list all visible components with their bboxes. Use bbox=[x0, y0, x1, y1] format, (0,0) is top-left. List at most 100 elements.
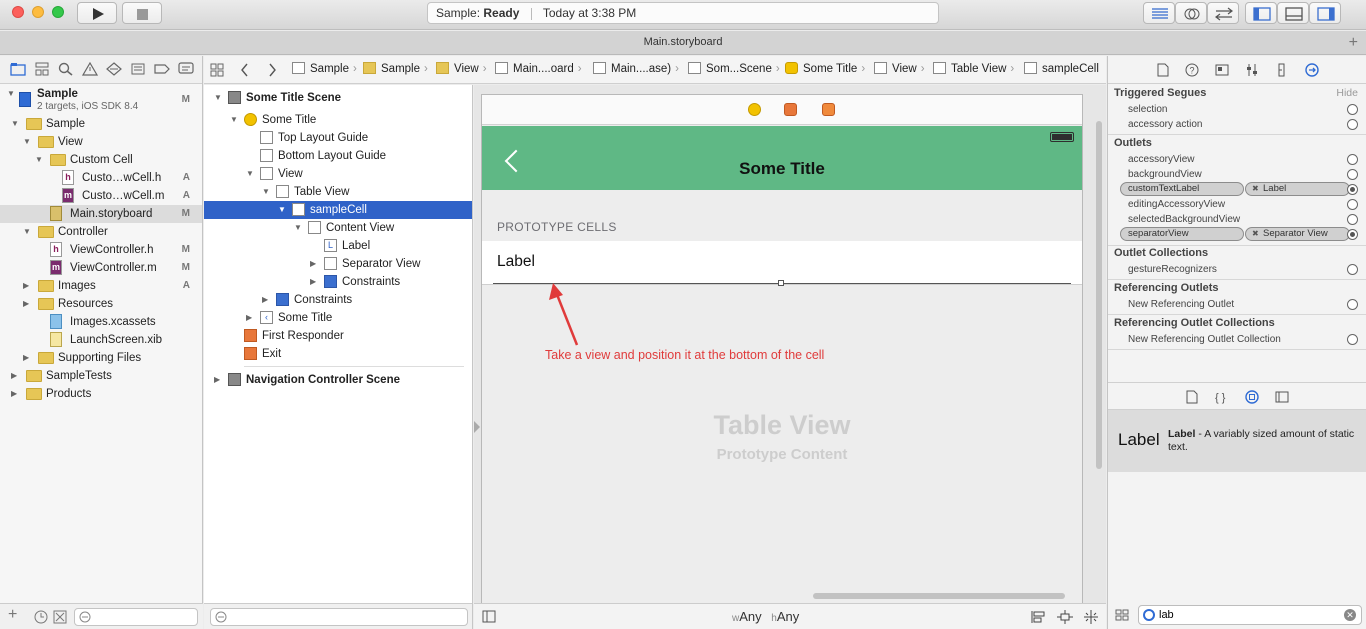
run-button[interactable] bbox=[77, 2, 117, 24]
navigator-item[interactable]: ▼ View bbox=[0, 133, 202, 151]
add-file-button[interactable]: + bbox=[8, 606, 17, 624]
horizontal-scrollbar[interactable] bbox=[813, 593, 1065, 599]
outline-item[interactable]: ▼ sampleCell bbox=[204, 201, 472, 219]
outline-item[interactable]: ▼ Some Title bbox=[204, 111, 472, 129]
outline-item[interactable]: ▶ ‹ Some Title bbox=[204, 309, 472, 327]
standard-editor-button[interactable] bbox=[1143, 2, 1175, 24]
outlet-separator-view-target[interactable]: ✖ Separator View bbox=[1245, 227, 1350, 241]
outline-item[interactable]: ▶ Separator View bbox=[204, 255, 472, 273]
segue-selection-circle[interactable] bbox=[1347, 104, 1358, 115]
search-icon[interactable] bbox=[58, 62, 74, 76]
code-snippet-icon[interactable]: { } bbox=[1215, 390, 1229, 404]
resolve-issues-icon[interactable] bbox=[1083, 610, 1099, 624]
disclosure-open-icon[interactable]: ▼ bbox=[230, 111, 240, 129]
outlet-custom-text-label-target[interactable]: ✖ Label bbox=[1245, 182, 1350, 196]
toggle-debug-area-button[interactable] bbox=[1277, 2, 1309, 24]
breadcrumb-item[interactable]: sampleCell bbox=[1024, 62, 1099, 78]
outline-item[interactable]: Top Layout Guide bbox=[204, 129, 472, 147]
attributes-inspector-icon[interactable] bbox=[1245, 63, 1259, 77]
outline-item[interactable]: Bottom Layout Guide bbox=[204, 147, 472, 165]
disclosure-open-icon[interactable]: ▼ bbox=[11, 115, 21, 133]
breadcrumb-item[interactable]: Table View › bbox=[933, 62, 1014, 78]
breadcrumb-item[interactable]: Som...Scene › bbox=[688, 62, 780, 78]
navigation-title[interactable]: Some Title bbox=[482, 126, 1082, 212]
breadcrumb-item[interactable]: Main....oard › bbox=[495, 62, 582, 78]
connections-inspector-icon[interactable] bbox=[1305, 63, 1319, 77]
toggle-utilities-button[interactable] bbox=[1309, 2, 1341, 24]
outline-toggle-icon[interactable] bbox=[482, 610, 496, 624]
navigator-item[interactable]: m Custo…wCell.m A bbox=[0, 187, 202, 205]
disclosure-closed-icon[interactable]: ▶ bbox=[310, 273, 320, 291]
new-tab-button[interactable]: + bbox=[1349, 31, 1358, 54]
navigator-item[interactable]: ▼ Sample bbox=[0, 115, 202, 133]
breadcrumb-item[interactable]: Main....ase) › bbox=[593, 62, 679, 78]
outline-item[interactable]: ▼ Some Title Scene bbox=[204, 89, 472, 107]
object-library-icon[interactable] bbox=[1245, 390, 1259, 404]
clear-search-icon[interactable]: ✕ bbox=[1344, 609, 1356, 621]
outlet-editing-accessory-circle[interactable] bbox=[1347, 199, 1358, 210]
breadcrumb-item[interactable]: View › bbox=[436, 62, 487, 78]
version-editor-button[interactable] bbox=[1207, 2, 1239, 24]
hide-link[interactable]: Hide bbox=[1336, 87, 1358, 99]
quick-help-icon[interactable]: ? bbox=[1185, 63, 1199, 77]
grid-icon[interactable] bbox=[210, 63, 224, 77]
breadcrumb-item[interactable]: Some Title › bbox=[785, 62, 865, 78]
new-referencing-outlet-circle[interactable] bbox=[1347, 299, 1358, 310]
collapse-outline-icon[interactable] bbox=[474, 421, 480, 433]
grid-view-icon[interactable] bbox=[1115, 609, 1129, 621]
storyboard-canvas[interactable]: Some Title PROTOTYPE CELLS Label Take a … bbox=[474, 85, 1106, 603]
navigator-item[interactable]: h ViewController.h M bbox=[0, 241, 202, 259]
navigator-item[interactable]: h Custo…wCell.h A bbox=[0, 169, 202, 187]
navigator-item[interactable]: ▶ SampleTests bbox=[0, 367, 202, 385]
navigation-bar[interactable]: Some Title bbox=[482, 126, 1082, 190]
media-library-icon[interactable] bbox=[1275, 390, 1289, 404]
disclosure-closed-icon[interactable]: ▶ bbox=[11, 385, 21, 403]
disclosure-open-icon[interactable]: ▼ bbox=[246, 165, 256, 183]
navigator-item[interactable]: ▼ Controller bbox=[0, 223, 202, 241]
outline-item[interactable]: L Label bbox=[204, 237, 472, 255]
disclosure-closed-icon[interactable]: ▶ bbox=[23, 295, 33, 313]
breadcrumb-item[interactable]: Sample › bbox=[292, 62, 357, 78]
disclosure-open-icon[interactable]: ▼ bbox=[7, 85, 17, 103]
back-chevron-icon[interactable] bbox=[240, 63, 250, 77]
cell-label[interactable]: Label bbox=[497, 253, 535, 271]
outline-item[interactable]: ▼ Table View bbox=[204, 183, 472, 201]
library-search-input[interactable] bbox=[1159, 608, 1339, 622]
disconnect-icon[interactable]: ✖ bbox=[1252, 183, 1259, 195]
breadcrumb-item[interactable]: View › bbox=[874, 62, 925, 78]
outlet-custom-text-label-circle[interactable] bbox=[1347, 184, 1358, 195]
outline-filter-field[interactable] bbox=[210, 608, 468, 626]
navigator-item[interactable]: ▼ Custom Cell bbox=[0, 151, 202, 169]
disclosure-closed-icon[interactable]: ▶ bbox=[11, 367, 21, 385]
minimize-window-button[interactable] bbox=[32, 6, 44, 18]
first-responder-icon[interactable] bbox=[784, 103, 797, 116]
table-view-controller-scene[interactable]: Some Title PROTOTYPE CELLS Label Take a … bbox=[481, 94, 1083, 603]
report-icon[interactable] bbox=[178, 62, 194, 76]
navigator-item[interactable]: ▶ Products bbox=[0, 385, 202, 403]
hierarchy-icon[interactable] bbox=[34, 62, 50, 76]
disconnect-icon[interactable]: ✖ bbox=[1252, 228, 1259, 240]
navigator-item[interactable]: Main.storyboard M bbox=[0, 205, 202, 223]
file-inspector-icon[interactable] bbox=[1156, 63, 1170, 77]
disclosure-open-icon[interactable]: ▼ bbox=[35, 151, 45, 169]
breadcrumb-item[interactable]: Sample › bbox=[363, 62, 428, 78]
navigator-item[interactable]: ▶ Images A bbox=[0, 277, 202, 295]
tab-main-storyboard[interactable]: Main.storyboard bbox=[644, 36, 723, 48]
close-window-button[interactable] bbox=[12, 6, 24, 18]
disclosure-open-icon[interactable]: ▼ bbox=[23, 133, 33, 151]
segue-accessory-circle[interactable] bbox=[1347, 119, 1358, 130]
navigator-item[interactable]: ▶ Supporting Files bbox=[0, 349, 202, 367]
disclosure-closed-icon[interactable]: ▶ bbox=[214, 371, 224, 389]
pin-icon[interactable] bbox=[1057, 610, 1073, 624]
size-inspector-icon[interactable] bbox=[1275, 63, 1289, 77]
outlet-accessory-view-circle[interactable] bbox=[1347, 154, 1358, 165]
disclosure-closed-icon[interactable]: ▶ bbox=[23, 277, 33, 295]
navigator-filter-field[interactable] bbox=[74, 608, 198, 626]
outline-item[interactable]: ▼ View bbox=[204, 165, 472, 183]
outlet-separator-view-circle[interactable] bbox=[1347, 229, 1358, 240]
resize-handle[interactable] bbox=[778, 280, 784, 286]
navigator-item[interactable]: m ViewController.m M bbox=[0, 259, 202, 277]
folder-icon[interactable] bbox=[10, 62, 26, 76]
view-controller-icon[interactable] bbox=[748, 103, 761, 116]
outlet-custom-text-label[interactable]: customTextLabel bbox=[1120, 182, 1244, 196]
